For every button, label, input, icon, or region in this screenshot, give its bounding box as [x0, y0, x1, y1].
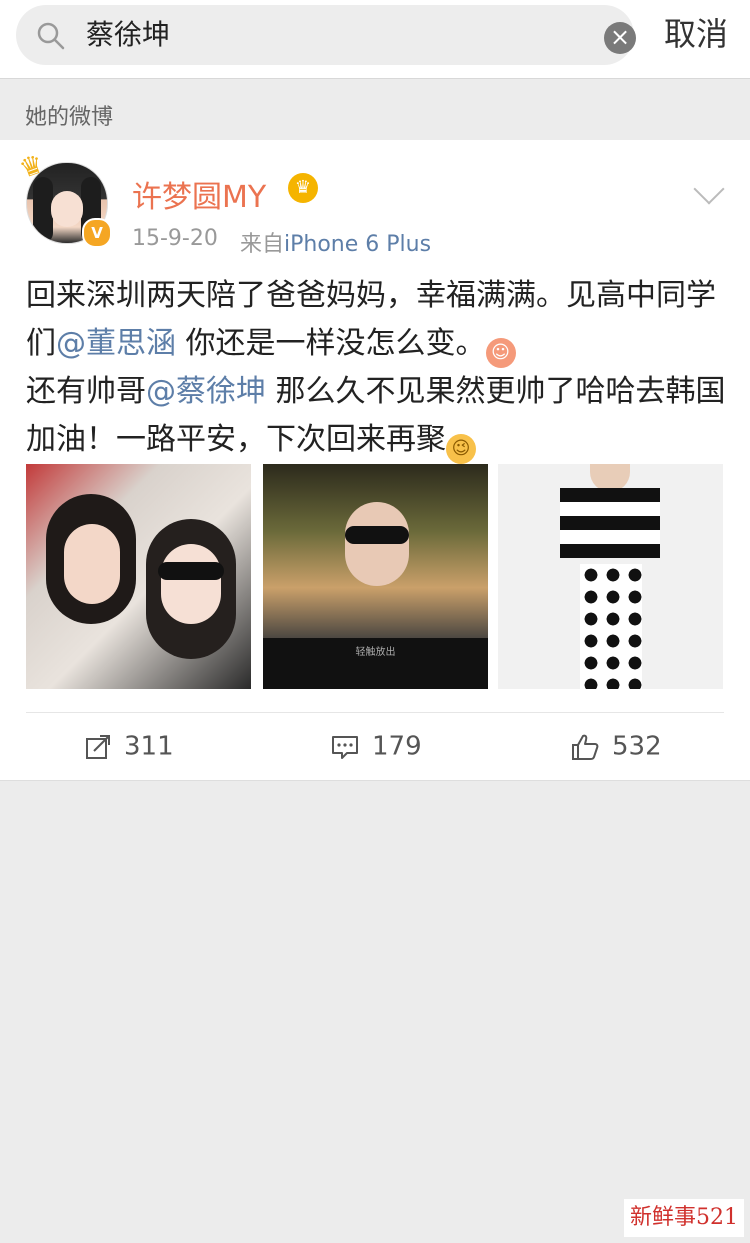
post-image-2[interactable]: 轻触放出 [263, 464, 488, 689]
user-name[interactable]: 许梦圆MY [132, 172, 266, 216]
divider [26, 712, 724, 713]
post-image-3[interactable] [498, 464, 723, 689]
clear-icon[interactable]: × [604, 22, 636, 54]
post-text: 回来深圳两天陪了爸爸妈妈，幸福满满。见高中同学们@董思涵 你还是一样没怎么变。 ☺… [26, 272, 726, 464]
mention-link[interactable]: @董思涵 [56, 326, 176, 361]
like-count: 532 [612, 731, 662, 762]
chevron-down-icon[interactable] [693, 173, 725, 205]
section-title: 她的微博 [25, 105, 114, 130]
section-header: 她的微博 [0, 79, 750, 139]
like-button[interactable]: 532 [570, 730, 662, 762]
wink-emoji-icon: 😉 [446, 434, 476, 464]
comment-button[interactable]: 179 [330, 730, 422, 762]
repost-icon [86, 734, 110, 759]
repost-button[interactable]: 311 [84, 730, 174, 762]
watermark-logo: 新鲜事521 [624, 1199, 744, 1237]
post-time: 15-9-20 [132, 226, 218, 251]
source-prefix: 来自 [240, 232, 285, 257]
post-source: 来自iPhone 6 Plus [240, 226, 431, 258]
repost-count: 311 [124, 731, 174, 762]
search-query: 蔡徐坤 [86, 18, 171, 51]
post-image-1[interactable] [26, 464, 251, 689]
thumbs-up-icon [572, 734, 599, 760]
avatar[interactable]: ♛ V [16, 149, 112, 248]
search-bar: 蔡徐坤 × 取消 [0, 0, 750, 79]
post-text-part2: 你还是一样没怎么变。 [176, 326, 486, 361]
cancel-button[interactable]: 取消 [664, 14, 728, 54]
mention-link[interactable]: @蔡徐坤 [146, 374, 266, 409]
image-caption: 轻触放出 [263, 638, 488, 689]
vip-crown-icon[interactable]: ♛ [288, 173, 318, 203]
verified-icon: V [82, 218, 112, 248]
weibo-post-card[interactable]: ♛ V 许梦圆MY ♛ 15-9-20 来自iPhone 6 Plus 回来深圳… [0, 140, 750, 781]
search-input[interactable]: 蔡徐坤 × [16, 5, 636, 65]
emoji-icon: ☺ [485, 338, 516, 368]
comment-icon [332, 735, 358, 759]
post-text-part3: 还有帅哥 [26, 374, 146, 409]
source-device: iPhone 6 Plus [284, 232, 432, 257]
comment-count: 179 [372, 731, 422, 762]
search-icon [37, 22, 65, 50]
